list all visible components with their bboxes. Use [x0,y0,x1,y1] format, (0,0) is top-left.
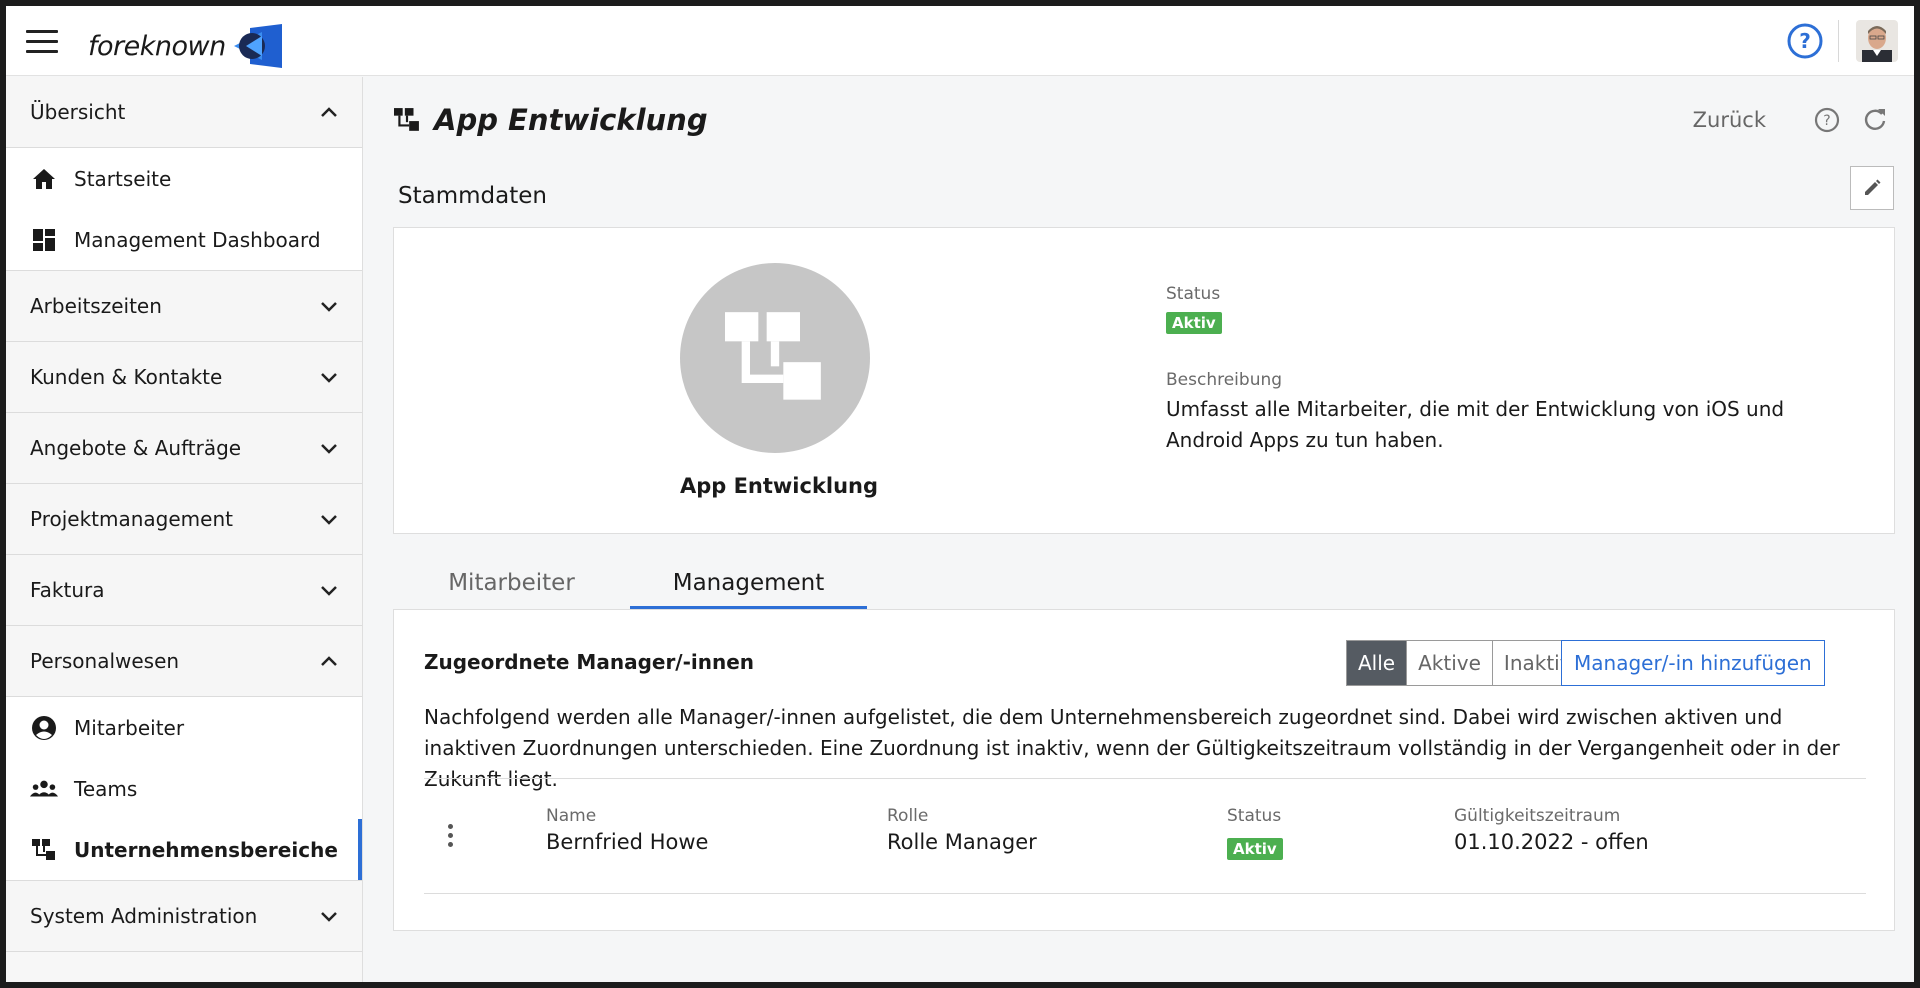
sidebar-section-label: Arbeitszeiten [30,294,162,318]
sidebar-section-kunden-kontakte[interactable]: Kunden & Kontakte [6,342,362,413]
management-description: Nachfolgend werden alle Manager/-innen a… [424,705,1840,791]
sidebar: Übersicht Startseite Management Dashboar… [6,77,363,982]
filter-alle-button[interactable]: Alle [1347,641,1408,685]
edit-button[interactable] [1850,166,1894,210]
management-title: Zugeordnete Manager/-innen [424,650,755,674]
header-actions: Zurück ? [1693,105,1890,135]
sidebar-section-label: Übersicht [30,100,126,124]
sidebar-section-label: Angebote & Aufträge [30,436,242,460]
chevron-down-icon [321,302,337,312]
sidebar-item-label: Mitarbeiter [74,715,185,740]
logo-mark-icon [233,24,282,68]
org-unit-icon [725,312,821,400]
sidebar-item-management-dashboard[interactable]: Management Dashboard [6,209,362,270]
avatar[interactable] [1856,20,1898,62]
sidebar-item-label: Startseite [74,166,172,191]
chevron-up-icon [321,107,337,117]
sidebar-section-projektmanagement[interactable]: Projektmanagement [6,484,362,555]
column-label: Status [1227,806,1282,826]
sidebar-subitems-uebersicht: Startseite Management Dashboard [6,148,362,271]
sidebar-section-faktura[interactable]: Faktura [6,555,362,626]
logo[interactable]: foreknown [88,24,284,68]
org-unit-icon [30,836,58,864]
manager-role: Rolle Manager [887,830,1037,854]
app-window: foreknown ? Übersicht Startseite Managem… [6,6,1914,982]
chevron-down-icon [321,373,337,383]
cell-name: Name Bernfried Howe [546,806,708,854]
refresh-icon[interactable] [1860,105,1890,135]
manager-name: Bernfried Howe [546,830,709,854]
sidebar-item-unternehmensbereiche[interactable]: Unternehmensbereiche [6,819,362,880]
divider [1838,20,1839,62]
sidebar-section-label: System Administration [30,904,258,928]
sidebar-section-angebote-auftraege[interactable]: Angebote & Aufträge [6,413,362,484]
page-title: App Entwicklung [434,103,708,137]
cell-validity: Gültigkeitszeitraum 01.10.2022 - offen [1454,806,1649,854]
org-unit-icon [394,108,419,131]
group-icon [30,775,58,803]
tab-bar: Mitarbeiter Management [393,552,867,609]
description-label: Beschreibung [1166,370,1283,390]
top-bar: foreknown ? [6,6,1914,76]
filter-aktive-button[interactable]: Aktive [1407,641,1493,685]
stammdaten-card: App Entwicklung Status Aktiv Beschreibun… [393,227,1895,534]
page-header: App Entwicklung [394,103,708,137]
sidebar-subitems-personalwesen: Mitarbeiter Teams Unternehmensbereiche [6,697,362,881]
dashboard-icon [30,226,58,254]
add-manager-button[interactable]: Manager/-in hinzufügen [1561,640,1825,686]
svg-text:?: ? [1823,113,1830,129]
status-badge-wrap: Aktiv [1227,832,1283,860]
sidebar-item-teams[interactable]: Teams [6,758,362,819]
tab-mitarbeiter[interactable]: Mitarbeiter [393,552,630,609]
sidebar-section-arbeitszeiten[interactable]: Arbeitszeiten [6,271,362,342]
chevron-down-icon [321,515,337,525]
tab-management[interactable]: Management [630,552,867,609]
column-label: Gültigkeitszeitraum [1454,806,1621,826]
status-label: Status [1166,284,1221,304]
cell-role: Rolle Rolle Manager [887,806,1037,854]
filter-segmented-control: Alle Aktive Inaktive [1346,640,1596,686]
divider [424,778,1866,779]
validity-period: 01.10.2022 - offen [1454,830,1649,854]
help-icon[interactable]: ? [1812,105,1842,135]
pencil-icon [1865,179,1881,195]
sidebar-section-personalwesen[interactable]: Personalwesen [6,626,362,697]
sidebar-section-label: Projektmanagement [30,507,233,531]
main-content: App Entwicklung Zurück ? Stammdaten App … [364,77,1914,982]
description-text: Umfasst alle Mitarbeiter, die mit der En… [1166,397,1785,452]
sidebar-item-label: Management Dashboard [74,227,321,252]
logo-text: foreknown [88,30,226,62]
sidebar-section-system-administration[interactable]: System Administration [6,881,362,952]
cell-status: Status Aktiv [1227,806,1283,860]
status-badge: Aktiv [1227,838,1283,860]
svg-text:?: ? [1799,29,1811,53]
org-unit-name: App Entwicklung [679,474,879,498]
account-circle-icon [30,714,58,742]
sidebar-item-label: Unternehmensbereiche [74,837,338,862]
menu-icon[interactable] [26,30,58,54]
column-label: Rolle [887,806,929,826]
sidebar-section-label: Personalwesen [30,649,180,673]
sidebar-section-label: Faktura [30,578,105,602]
help-icon[interactable]: ? [1786,22,1824,60]
status-badge: Aktiv [1166,312,1222,334]
org-unit-avatar [680,263,870,453]
status-badge-wrap: Aktiv [1166,312,1222,334]
home-icon [30,165,58,193]
back-button[interactable]: Zurück [1693,108,1766,132]
chevron-down-icon [321,912,337,922]
sidebar-item-label: Teams [74,776,138,801]
chevron-down-icon [321,444,337,454]
sidebar-item-mitarbeiter[interactable]: Mitarbeiter [6,697,362,758]
management-card: Zugeordnete Manager/-innen Alle Aktive I… [393,609,1895,931]
row-menu-icon[interactable] [444,824,456,852]
column-label: Name [546,806,597,826]
chevron-up-icon [321,656,337,666]
sidebar-section-label: Kunden & Kontakte [30,365,223,389]
section-title-stammdaten: Stammdaten [398,183,547,209]
chevron-down-icon [321,586,337,596]
sidebar-item-startseite[interactable]: Startseite [6,148,362,209]
sidebar-section-uebersicht[interactable]: Übersicht [6,77,362,148]
divider [424,893,1866,894]
